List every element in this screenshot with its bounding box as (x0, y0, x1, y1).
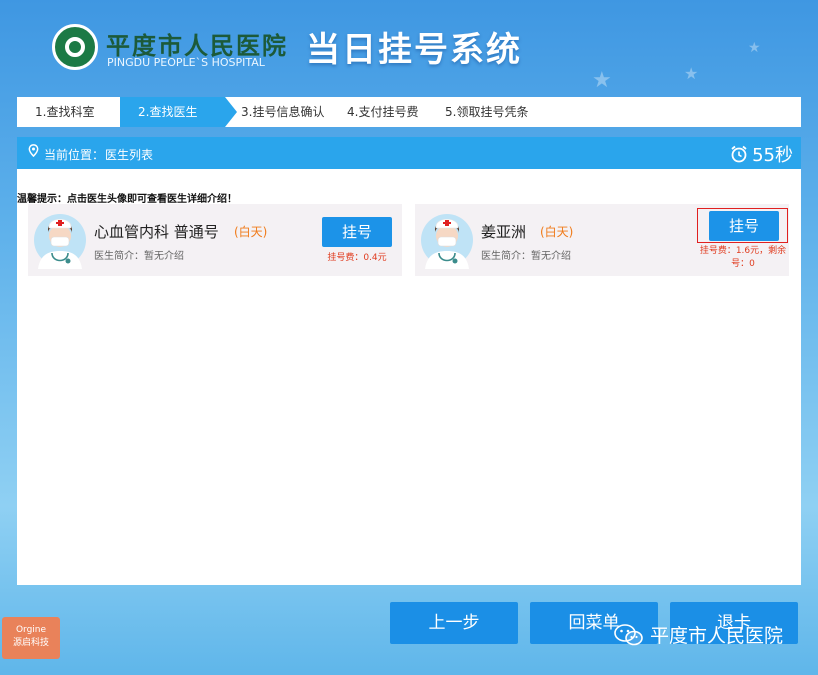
shift-label: (白天) (540, 225, 574, 239)
system-title: 当日挂号系统 (306, 30, 522, 70)
countdown-timer: 55秒 (729, 141, 793, 167)
doctor-intro: 医生简介：暂无介绍 (481, 251, 571, 262)
hospital-logo-icon (52, 24, 98, 70)
shift-label: (白天) (234, 225, 268, 239)
vendor-logo-text: Orgine (15, 625, 47, 635)
location-label: 当前位置： (44, 148, 105, 162)
doctor-intro: 医生简介：暂无介绍 (94, 251, 184, 262)
sky-star-icon: ★ (748, 40, 761, 56)
location-pin-icon (28, 144, 39, 157)
sky-star-icon: ★ (684, 64, 699, 83)
step-find-doctor: 2.查找医生 (120, 97, 237, 127)
alarm-clock-icon (731, 145, 747, 163)
doctor-avatar[interactable] (421, 211, 473, 269)
countdown-value: 55秒 (752, 145, 793, 166)
location-value: 医生列表 (105, 148, 154, 162)
step-progress-bar: 1.查找科室 2.查找医生 3.挂号信息确认 4.支付挂号费 5.领取挂号凭条 (17, 97, 801, 127)
hospital-name-en: PINGDU PEOPLE`S HOSPITAL (107, 56, 265, 69)
vendor-logo-text: 源启科技 (12, 638, 49, 648)
hint-text: 温馨提示：点击医生头像即可查看医生详细介绍！ (17, 194, 237, 205)
main-panel: 当前位置： 医生列表 55秒 温馨提示：点击医生头像即可查看医生详细介绍！ 心血… (17, 137, 801, 585)
register-button[interactable]: 挂号 (709, 211, 779, 241)
doctor-name: 姜亚洲 (481, 223, 527, 241)
sky-star-icon: ★ (592, 68, 612, 93)
doctor-name: 心血管内科 普通号 (94, 223, 219, 241)
registration-fee: 挂号费：1.6元，剩余 号：0 (695, 245, 791, 271)
register-button[interactable]: 挂号 (322, 217, 392, 247)
registration-fee-line: 号：0 (731, 259, 755, 269)
registration-fee-line: 挂号费：1.6元，剩余 (699, 246, 787, 256)
registration-fee: 挂号费：0.4元 (327, 253, 387, 263)
prev-step-button[interactable]: 上一步 (390, 602, 518, 644)
doctor-card: 心血管内科 普通号 (白天) 医生简介：暂无介绍 挂号 挂号费：0.4元 (28, 204, 402, 276)
step-pay-fee: 4.支付挂号费 (347, 105, 419, 119)
location-bar: 当前位置： 医生列表 55秒 (17, 137, 801, 169)
doctor-card: 姜亚洲 (白天) 医生简介：暂无介绍 挂号 挂号费：1.6元，剩余 号：0 (415, 204, 789, 276)
step-find-department: 1.查找科室 (35, 105, 95, 119)
doctor-avatar[interactable] (34, 211, 86, 269)
watermark-text: 平度市人民医院 (650, 625, 784, 647)
vendor-logo: Orgine 源启科技 (2, 617, 60, 659)
wechat-icon (614, 623, 643, 645)
step-get-receipt: 5.领取挂号凭条 (445, 105, 529, 119)
step-confirm-info: 3.挂号信息确认 (241, 105, 325, 119)
wechat-watermark: 平度市人民医院 (614, 621, 783, 648)
